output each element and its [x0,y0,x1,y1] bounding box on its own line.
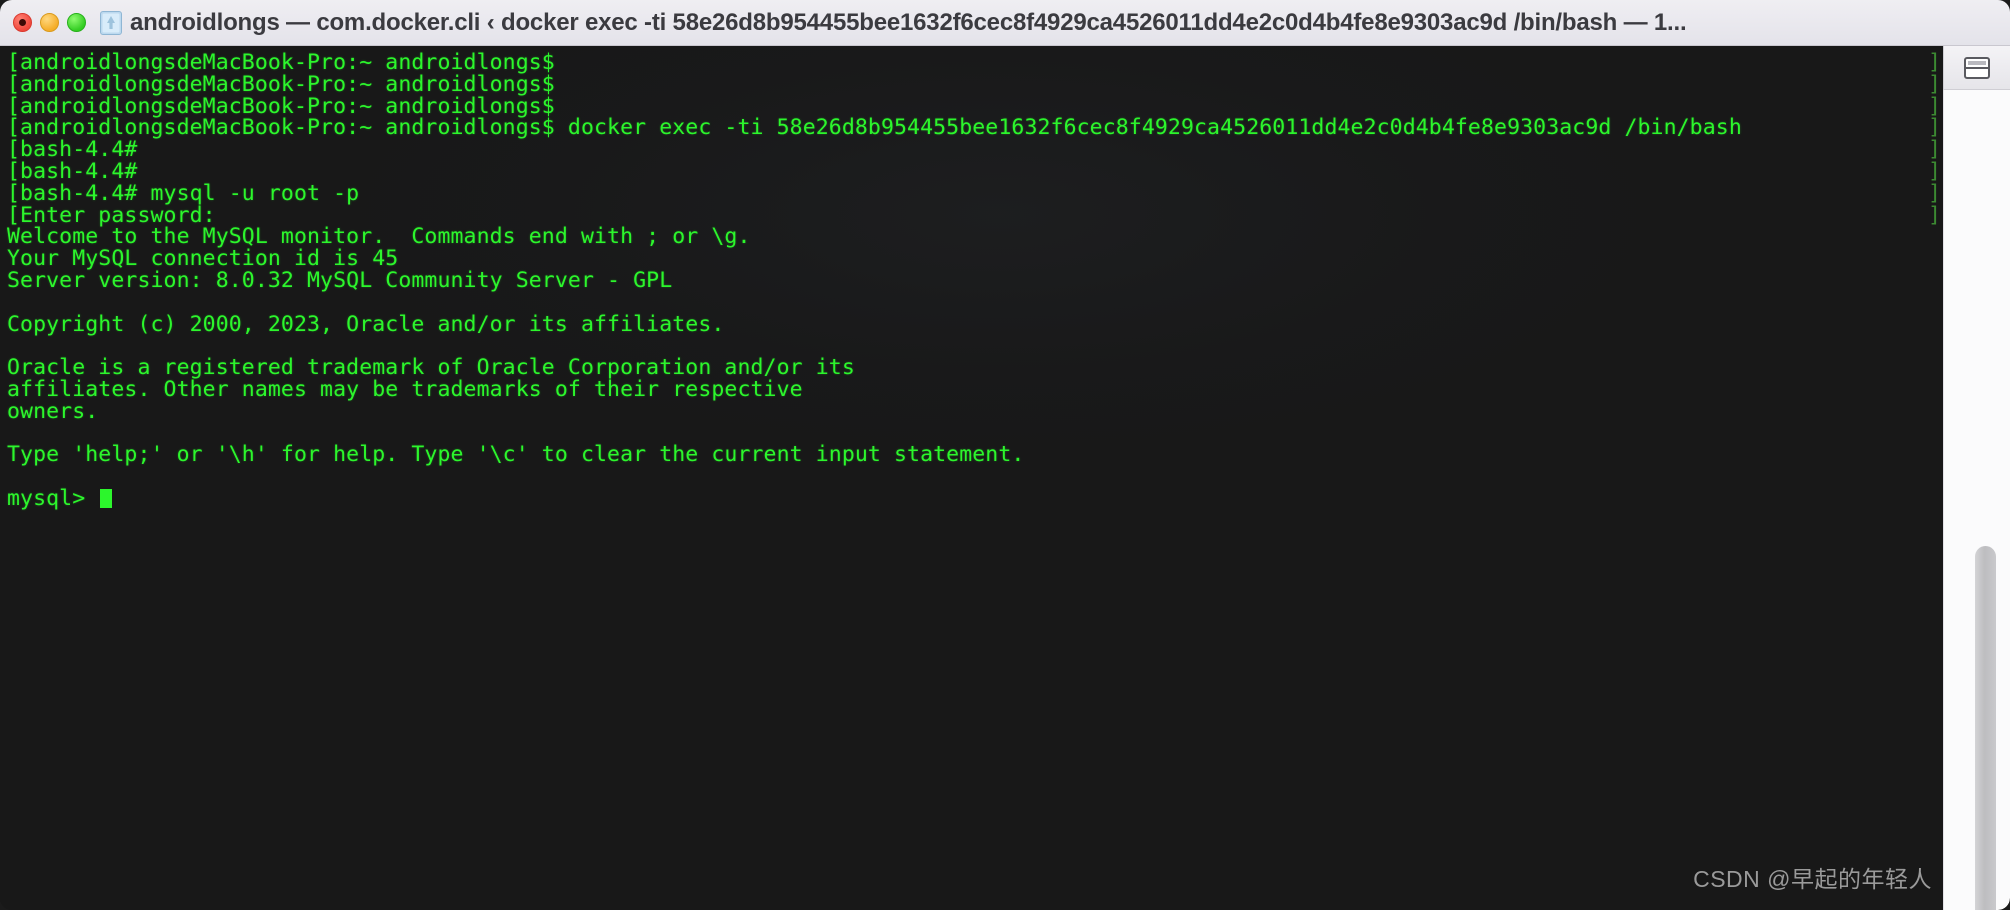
window-titlebar[interactable]: androidlongs — com.docker.cli ‹ docker e… [0,0,2010,46]
minimize-button-icon[interactable] [40,13,59,32]
terminal-folder-icon [100,10,122,36]
terminal-line: Your MySQL connection id is 45 [7,246,399,272]
terminal-line: [androidlongsdeMacBook-Pro:~ androidlong… [7,115,1742,141]
terminal-body: [androidlongsdeMacBook-Pro:~ androidlong… [0,46,2010,910]
terminal-line: [androidlongsdeMacBook-Pro:~ androidlong… [7,71,555,97]
zoom-button-icon[interactable] [67,13,86,32]
terminal-cursor [100,488,113,508]
terminal-window: androidlongs — com.docker.cli ‹ docker e… [0,0,2010,910]
split-pane-button[interactable] [1943,46,2010,90]
terminal-line: affiliates. Other names may be trademark… [7,376,803,402]
terminal-line: [androidlongsdeMacBook-Pro:~ androidlong… [7,93,555,119]
terminal-line: mysql> [7,488,1937,510]
terminal-line: Server version: 8.0.32 MySQL Community S… [7,267,673,293]
terminal-line: Type 'help;' or '\h' for help. Type '\c'… [7,442,1025,468]
terminal-line: [androidlongsdeMacBook-Pro:~ androidlong… [7,50,555,75]
terminal-line: [Enter password: [7,202,216,228]
terminal-line: owners. [7,398,99,424]
terminal-line: [bash-4.4# [7,158,138,184]
terminal-line: [bash-4.4# [7,137,138,163]
watermark-text: CSDN @早起的年轻人 [1693,866,1932,892]
window-title: androidlongs — com.docker.cli ‹ docker e… [130,8,1687,36]
terminal-output: [androidlongsdeMacBook-Pro:~ androidlong… [7,52,1937,510]
window-controls [13,13,86,32]
terminal-line: Oracle is a registered trademark of Orac… [7,355,855,381]
scrollbar-thumb[interactable] [1975,546,1996,910]
terminal-screen[interactable]: [androidlongsdeMacBook-Pro:~ androidlong… [0,46,1943,910]
split-pane-icon [1964,56,1990,79]
close-button-icon[interactable] [13,13,32,32]
terminal-line: [bash-4.4# mysql -u root -p [7,180,360,206]
vertical-scrollbar[interactable] [1943,90,2010,910]
terminal-line: Welcome to the MySQL monitor. Commands e… [7,224,751,250]
terminal-line: Copyright (c) 2000, 2023, Oracle and/or … [7,311,725,337]
